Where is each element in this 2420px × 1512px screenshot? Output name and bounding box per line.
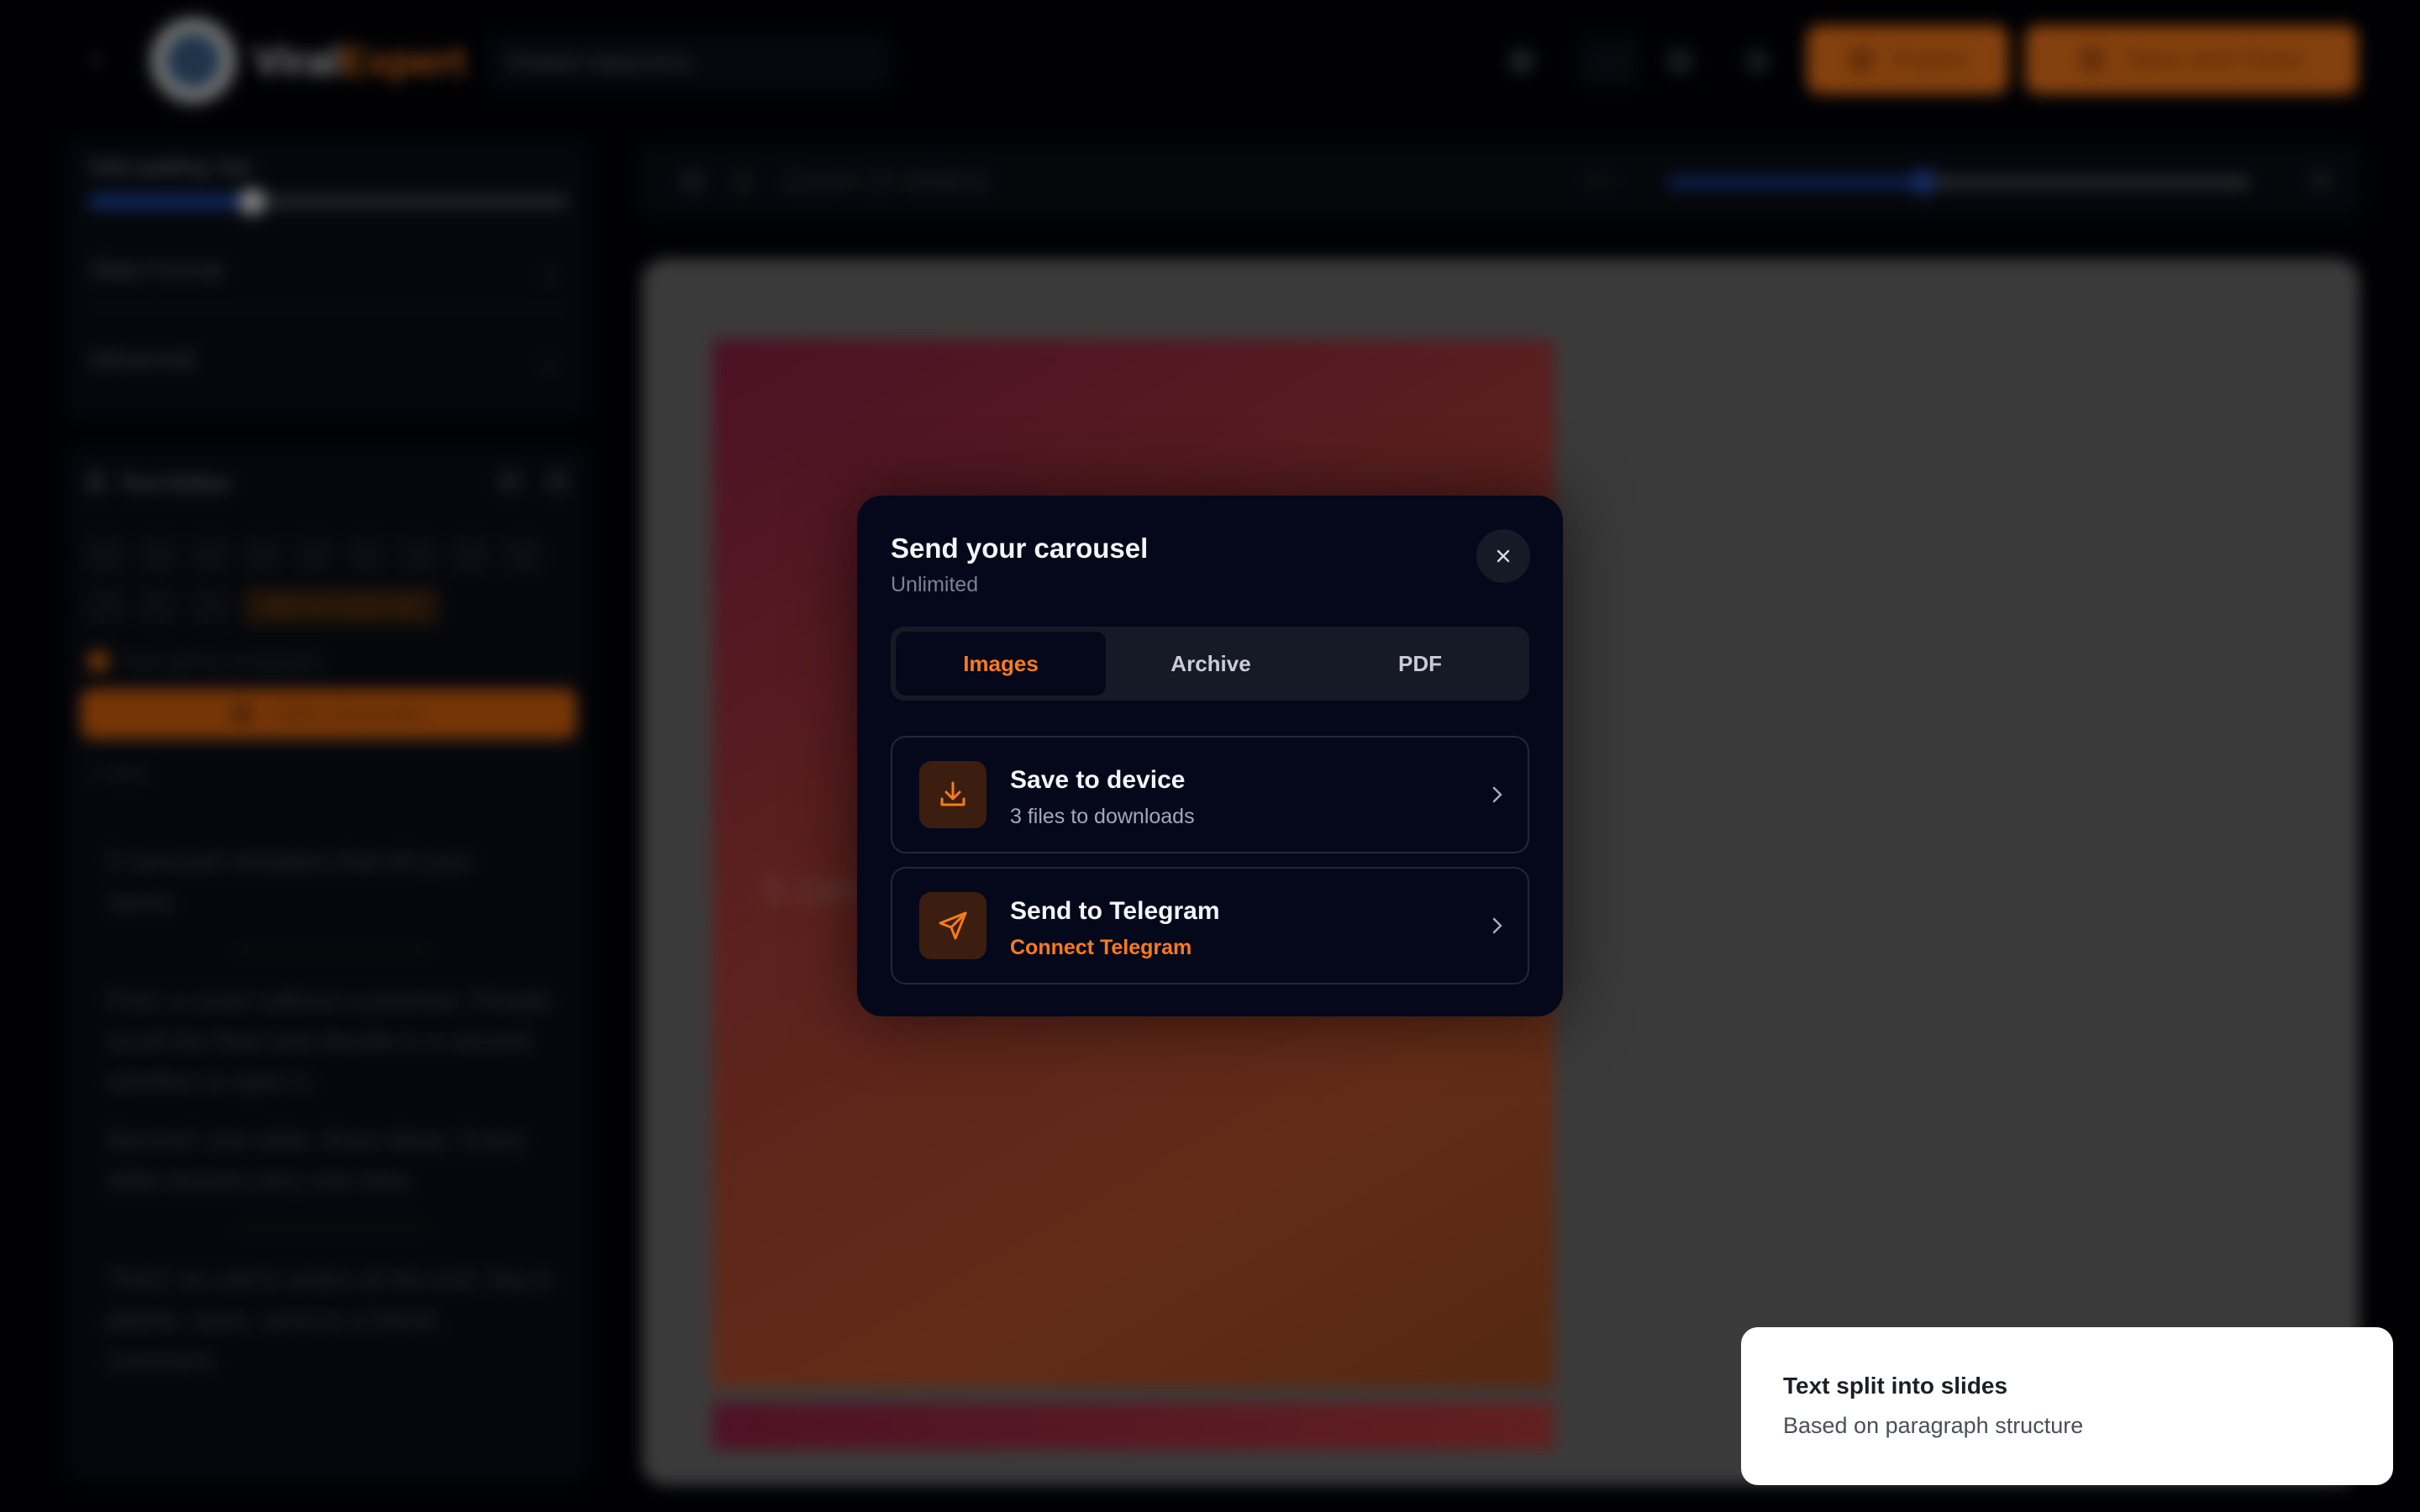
tab-archive[interactable]: Archive — [1106, 632, 1316, 696]
save-to-device-option[interactable]: Save to device 3 files to downloads — [891, 736, 1529, 853]
toast-notification: Text split into slides Based on paragrap… — [1741, 1327, 2393, 1485]
send-to-telegram-option[interactable]: Send to Telegram Connect Telegram — [891, 867, 1529, 984]
dialog-subtitle: Unlimited — [891, 573, 979, 596]
close-button[interactable] — [1476, 529, 1530, 583]
tab-images[interactable]: Images — [896, 632, 1106, 696]
option-title: Save to device — [1010, 766, 1186, 794]
connect-telegram-link[interactable]: Connect Telegram — [1010, 936, 1192, 960]
chevron-right-icon — [1492, 917, 1502, 934]
send-carousel-dialog: Send your carousel Unlimited Images Arch… — [857, 496, 1563, 1016]
format-tabs: Images Archive PDF — [891, 627, 1529, 701]
send-icon-tile — [919, 892, 986, 959]
app-root: ViralExpert Новая карусель Export Save a… — [0, 0, 2420, 1512]
dialog-title: Send your carousel — [891, 533, 1149, 564]
chevron-right-icon — [1492, 786, 1502, 803]
option-title: Send to Telegram — [1010, 897, 1220, 925]
tab-pdf[interactable]: PDF — [1315, 632, 1525, 696]
toast-description: Based on paragraph structure — [1783, 1413, 2084, 1438]
download-icon-tile — [919, 761, 986, 828]
send-icon — [939, 911, 967, 940]
option-subtitle: 3 files to downloads — [1010, 805, 1195, 828]
download-icon — [940, 781, 965, 806]
close-icon — [1497, 549, 1510, 563]
toast-title: Text split into slides — [1783, 1373, 2008, 1399]
